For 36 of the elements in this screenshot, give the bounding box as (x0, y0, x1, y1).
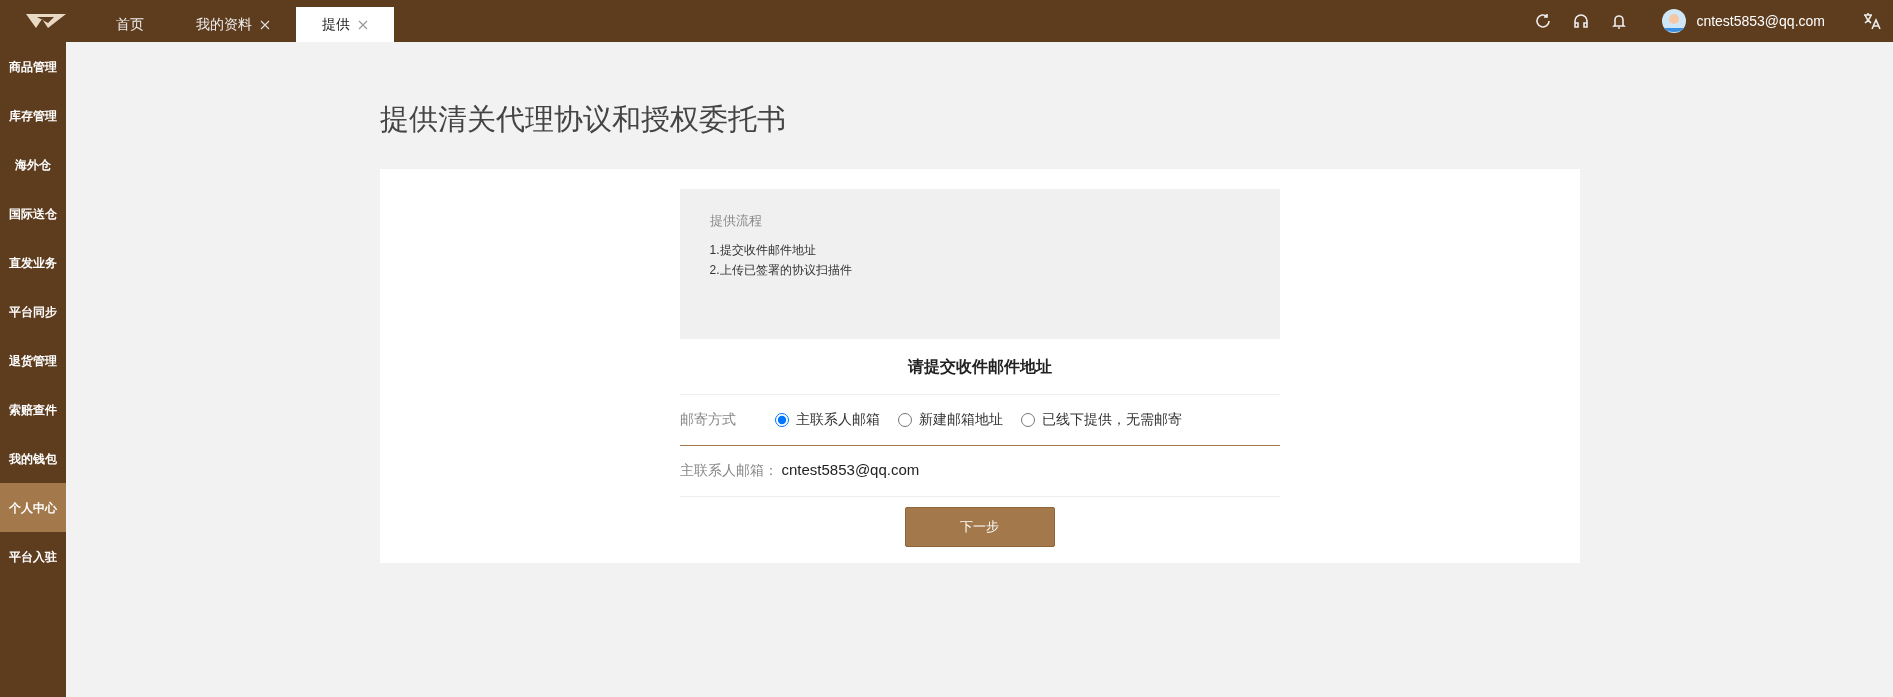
refresh-icon[interactable] (1534, 12, 1553, 30)
sidebar-item[interactable]: 平台同步 (0, 287, 66, 336)
next-button[interactable]: 下一步 (904, 506, 1055, 547)
headphones-icon[interactable] (1572, 12, 1591, 30)
field-label: 主联系人邮箱： (679, 461, 779, 480)
page-title: 提供清关代理协议和授权委托书 (379, 102, 787, 137)
tab[interactable]: 提供 (296, 7, 394, 42)
radio-label[interactable]: 主联系人邮箱 (795, 409, 880, 430)
process-step: 2.上传已签署的协议扫描件 (709, 260, 1250, 280)
sidebar-item[interactable]: 国际送仓 (0, 189, 66, 238)
sidebar-item[interactable]: 库存管理 (0, 91, 66, 140)
radio-button[interactable] (1020, 412, 1035, 427)
form-heading: 请提交收件邮件地址 (679, 338, 1280, 395)
sidebar-item[interactable]: 个人中心 (0, 483, 66, 532)
sidebar-item[interactable]: 直发业务 (0, 238, 66, 287)
sidebar-item[interactable]: 海外仓 (0, 140, 66, 189)
field-label: 邮寄方式 (679, 410, 737, 429)
radio-label[interactable]: 已线下提供，无需邮寄 (1041, 409, 1182, 430)
radio-button[interactable] (897, 412, 912, 427)
tab[interactable]: 首页 (90, 7, 170, 42)
email-value: cntest5853@qq.com (781, 460, 920, 481)
tab[interactable]: 我的资料 (170, 7, 296, 42)
sidebar-item[interactable]: 我的钱包 (0, 434, 66, 483)
process-step: 1.提交收件邮件地址 (709, 240, 1250, 260)
process-title: 提供流程 (709, 211, 763, 230)
user-email[interactable]: cntest5853@qq.com (1696, 10, 1825, 32)
radio-button[interactable] (774, 412, 789, 427)
logo-icon (24, 12, 68, 30)
sidebar-item[interactable]: 退货管理 (0, 336, 66, 385)
sidebar-item[interactable]: 索赔查件 (0, 385, 66, 434)
sidebar-item[interactable]: 平台入驻 (0, 532, 66, 581)
bell-icon[interactable] (1610, 12, 1629, 30)
translate-icon[interactable] (1863, 12, 1881, 30)
sidebar-item[interactable]: 商品管理 (0, 42, 66, 91)
avatar-icon[interactable] (1662, 9, 1687, 33)
radio-label[interactable]: 新建邮箱地址 (918, 409, 1003, 430)
